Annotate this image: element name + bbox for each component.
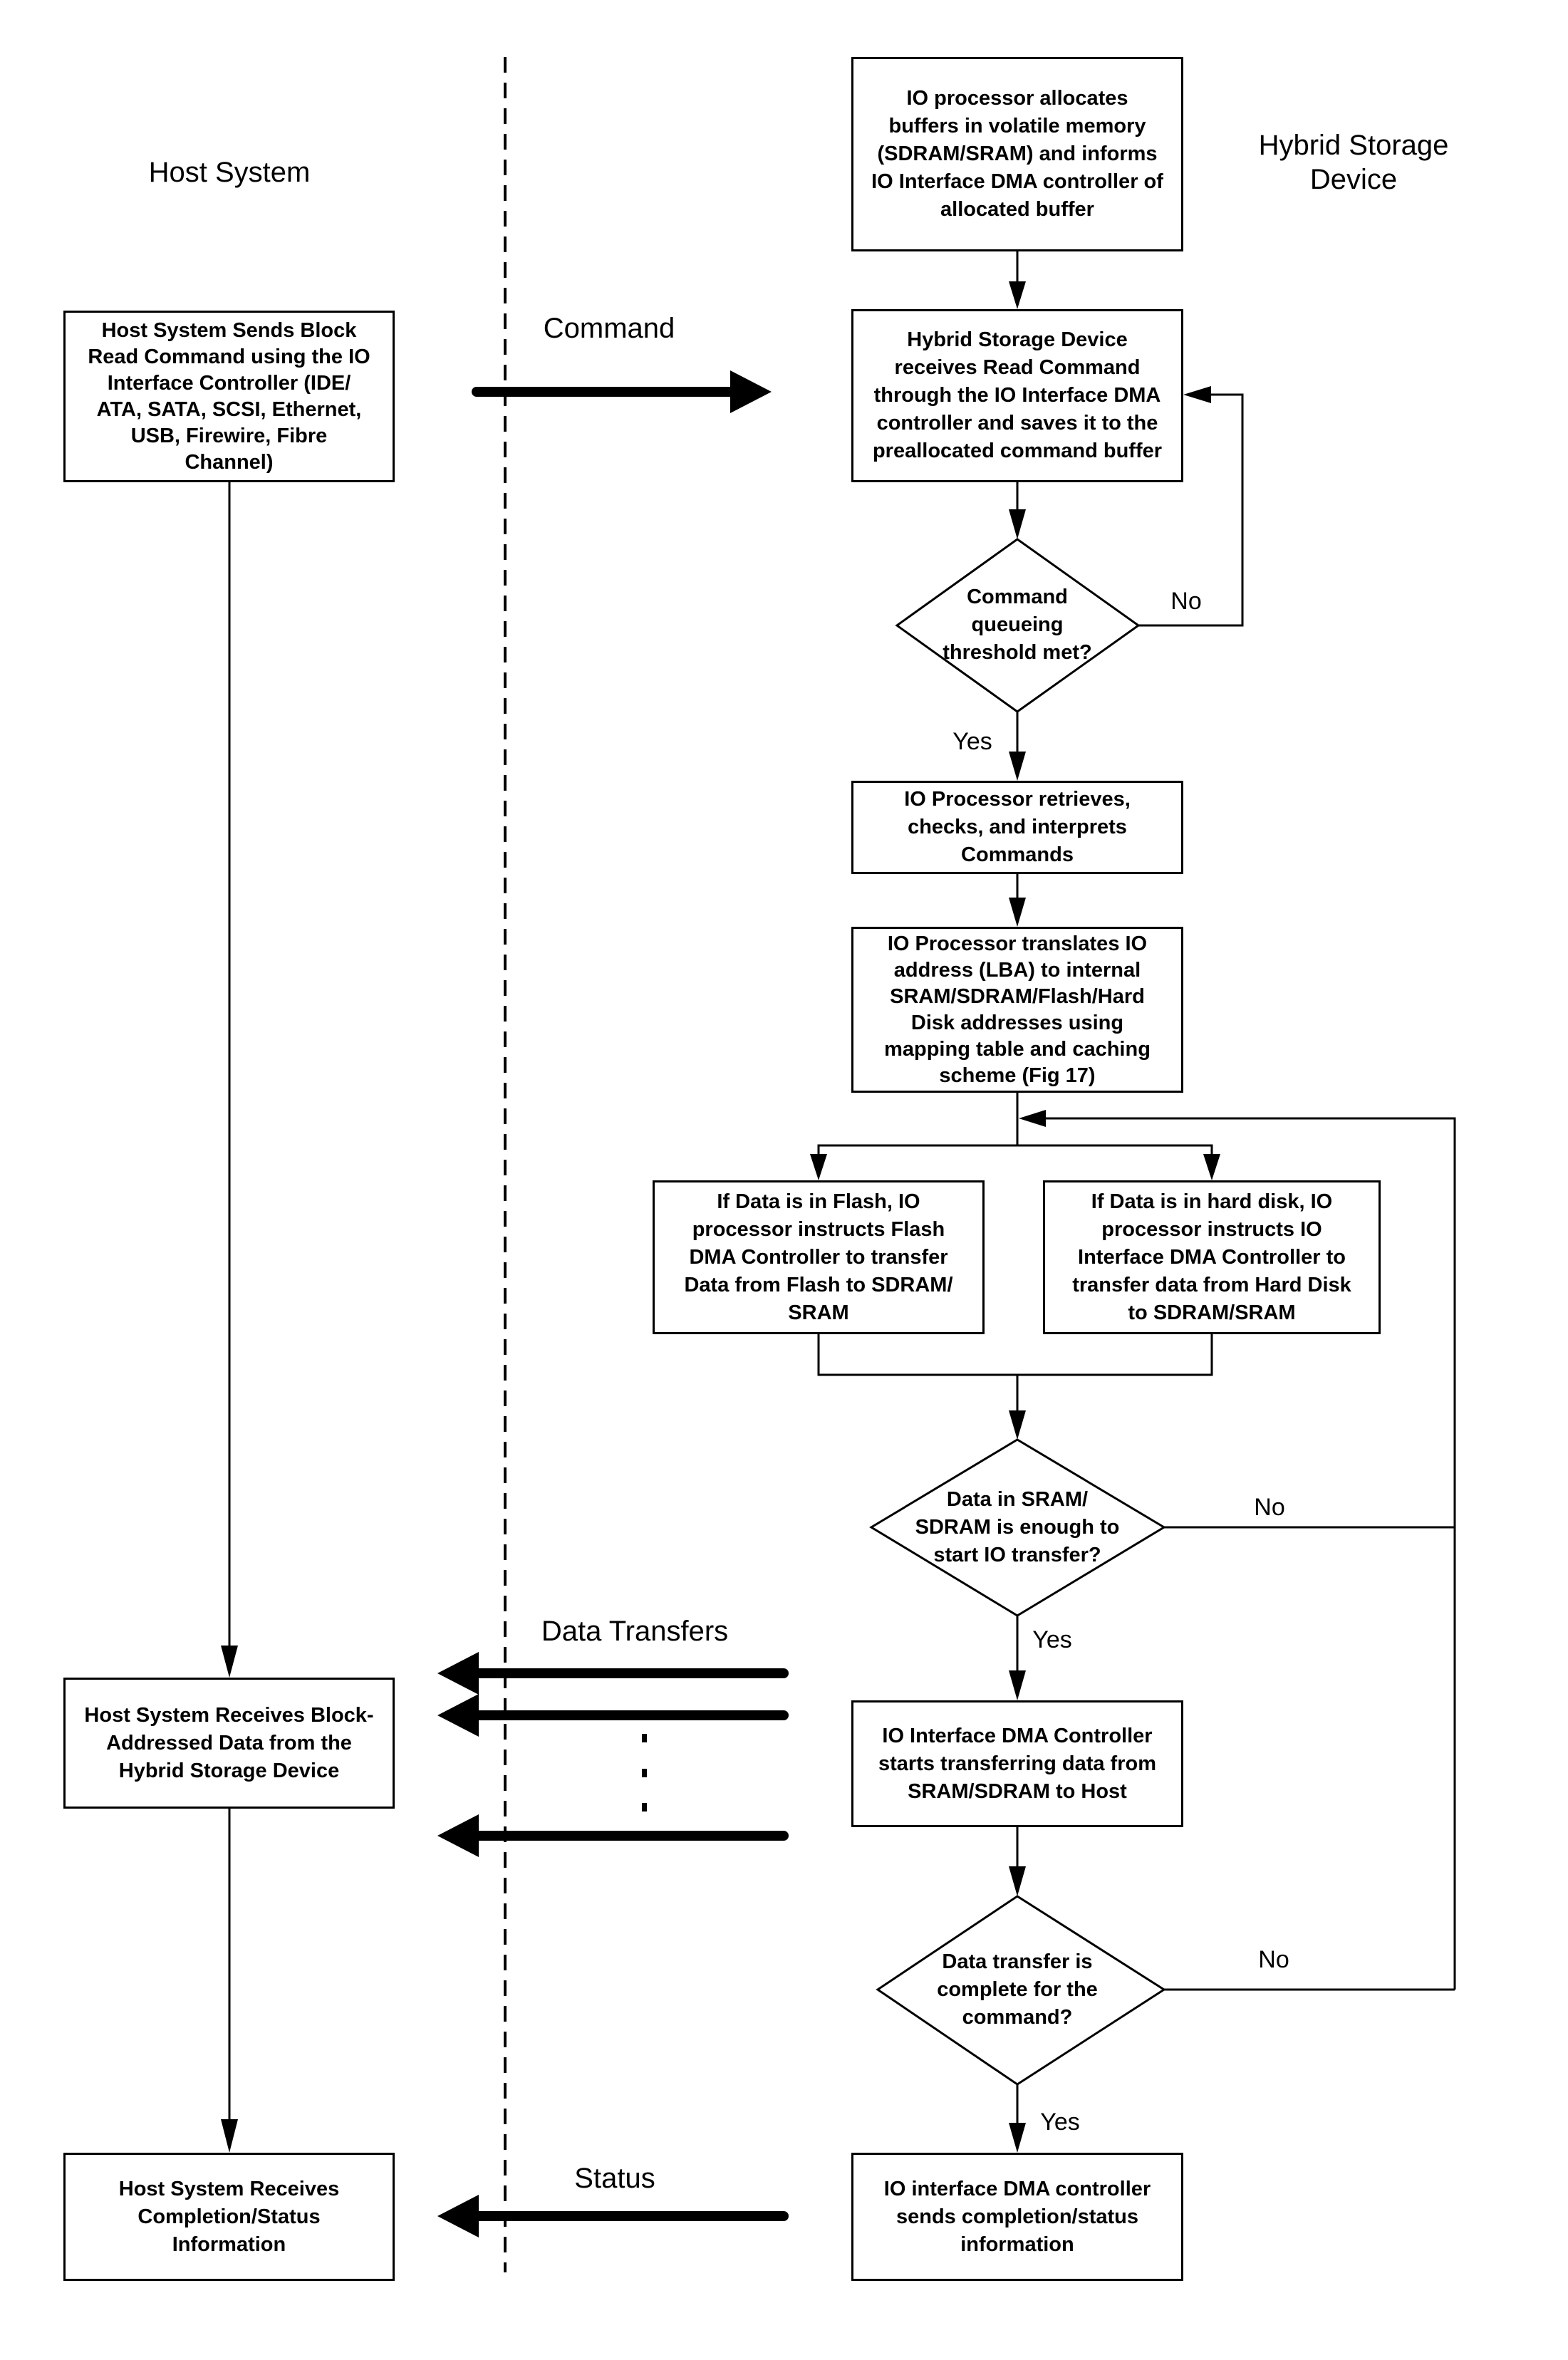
step-text-line: IO Interface DMA controller of <box>871 170 1163 193</box>
decision-text-line: command? <box>962 2006 1073 2029</box>
device-step-start-transfer-to-host: IO Interface DMA Controller starts trans… <box>851 1700 1183 1827</box>
step-text-line: If Data is in Flash, IO <box>717 1190 920 1213</box>
host-step-receive-data: Host System Receives Block- Addressed Da… <box>63 1678 395 1809</box>
step-text-line: Interface Controller (IDE/ <box>107 371 351 395</box>
step-text-line: Host System Receives Block- <box>84 1703 374 1727</box>
decision-text-line: SDRAM is enough to <box>915 1516 1120 1539</box>
device-step-flash-transfer: If Data is in Flash, IO processor instru… <box>653 1180 985 1334</box>
yes-label-queue-threshold: Yes <box>952 728 992 755</box>
step-text-line: SRAM/SDRAM/Flash/Hard <box>890 984 1145 1008</box>
decision-text-queue-threshold: Command queueing threshold met? <box>910 583 1124 667</box>
step-text-line: Hybrid Storage Device <box>118 1759 340 1782</box>
step-text-line: Data from Flash to SDRAM/ <box>684 1273 953 1296</box>
step-text-line: receives Read Command <box>894 356 1141 379</box>
command-message-label: Command <box>543 313 675 344</box>
step-text-line: checks, and interprets <box>908 816 1127 838</box>
data-transfers-message-label: Data Transfers <box>541 1616 729 1647</box>
no-label-queue-threshold: No <box>1170 588 1202 615</box>
device-step-allocate-buffers: IO processor allocates buffers in volati… <box>851 57 1183 251</box>
step-text-line: Information <box>172 2232 286 2256</box>
step-text-line: IO Processor retrieves, <box>904 788 1131 811</box>
decision-text-line: Data transfer is <box>942 1950 1093 1973</box>
yes-label-data-enough: Yes <box>1032 1626 1072 1653</box>
decision-text-line: Command <box>967 586 1068 608</box>
step-text-line: DMA Controller to transfer <box>689 1245 948 1269</box>
step-text-line: Host System Sends Block <box>101 318 357 342</box>
decision-text-line: complete for the <box>937 1978 1098 2001</box>
step-text-line: IO Processor translates IO <box>887 932 1148 955</box>
host-system-lane-title: Host System <box>148 157 311 188</box>
decision-text-line: start IO transfer? <box>933 1544 1101 1566</box>
step-text-line: Hybrid Storage Device <box>907 328 1128 351</box>
hybrid-storage-device-lane-title: Hybrid Storage Device <box>1232 128 1475 197</box>
device-step-send-status: IO interface DMA controller sends comple… <box>851 2153 1183 2281</box>
step-text-line: transfer data from Hard Disk <box>1072 1273 1351 1296</box>
data-transfer-arrow-2 <box>437 1694 789 1737</box>
step-text-line: IO processor allocates <box>906 87 1128 110</box>
decision-text-line: threshold met? <box>943 641 1092 664</box>
lane-title-line: Device <box>1309 164 1398 195</box>
device-step-receive-command: Hybrid Storage Device receives Read Comm… <box>851 309 1183 482</box>
host-step-send-read-command: Host System Sends Block Read Command usi… <box>63 311 395 482</box>
step-text-line: Channel) <box>185 450 274 474</box>
no-label-transfer-complete: No <box>1258 1946 1289 1973</box>
step-text-line: Interface DMA Controller to <box>1078 1245 1346 1269</box>
step-text-line: controller and saves it to the <box>876 412 1158 435</box>
command-arrow <box>472 370 772 413</box>
decision-text-data-enough: Data in SRAM/ SDRAM is enough to start I… <box>889 1486 1146 1569</box>
step-text-line: starts transferring data from <box>878 1752 1156 1775</box>
step-text-line: preallocated command buffer <box>872 440 1163 462</box>
step-text-line: allocated buffer <box>940 198 1094 221</box>
step-text-line: address (LBA) to internal <box>893 958 1141 982</box>
status-arrow <box>437 2195 789 2237</box>
step-text-line: If Data is in hard disk, IO <box>1091 1190 1333 1213</box>
continuation-dot <box>642 1769 647 1777</box>
host-step-receive-status: Host System Receives Completion/Status I… <box>63 2153 395 2281</box>
device-step-translate-address: IO Processor translates IO address (LBA)… <box>851 927 1183 1093</box>
step-text-line: buffers in volatile memory <box>888 115 1146 137</box>
step-text-line: to SDRAM/SRAM <box>1128 1301 1296 1324</box>
step-text-line: Disk addresses using <box>910 1011 1124 1034</box>
data-transfer-arrow-3 <box>437 1814 789 1857</box>
device-step-hard-disk-transfer: If Data is in hard disk, IO processor in… <box>1043 1180 1381 1334</box>
step-text-line: USB, Firewire, Fibre <box>130 424 328 447</box>
step-text-line: through the IO Interface DMA <box>873 384 1161 407</box>
step-text-line: (SDRAM/SRAM) and informs <box>877 142 1158 165</box>
lane-title-line: Hybrid Storage <box>1258 130 1449 161</box>
continuation-dot <box>642 1803 647 1811</box>
step-text-line: SRAM/SDRAM to Host <box>908 1779 1127 1803</box>
yes-label-transfer-complete: Yes <box>1040 2109 1080 2136</box>
step-text-line: Addressed Data from the <box>106 1731 352 1755</box>
step-text-line: information <box>960 2232 1074 2256</box>
step-text-line: sends completion/status <box>895 2205 1138 2228</box>
step-text-line: processor instructs Flash <box>692 1217 945 1241</box>
step-text-line: Commands <box>961 843 1074 866</box>
step-text-line: IO interface DMA controller <box>883 2177 1151 2200</box>
decision-text-line: queueing <box>971 613 1064 636</box>
decision-text-transfer-complete: Data transfer is complete for the comman… <box>896 1948 1138 2032</box>
step-text-line: Completion/Status <box>137 2205 321 2228</box>
step-text-line: IO Interface DMA Controller <box>882 1724 1153 1747</box>
status-message-label: Status <box>574 2163 655 2194</box>
data-transfer-arrow-1 <box>437 1652 789 1695</box>
continuation-dot <box>642 1734 647 1742</box>
step-text-line: ATA, SATA, SCSI, Ethernet, <box>96 397 362 421</box>
step-text-line: Host System Receives <box>118 2177 340 2200</box>
step-text-line: Read Command using the IO <box>88 345 370 368</box>
step-text-line: SRAM <box>788 1301 849 1324</box>
device-step-interpret-commands: IO Processor retrieves, checks, and inte… <box>851 781 1183 874</box>
decision-text-line: Data in SRAM/ <box>946 1488 1089 1511</box>
step-text-line: scheme (Fig 17) <box>939 1064 1096 1087</box>
no-label-data-enough: No <box>1254 1494 1285 1521</box>
host-flow-connectors <box>221 482 238 2153</box>
step-text-line: processor instructs IO <box>1101 1217 1322 1241</box>
step-text-line: mapping table and caching <box>884 1037 1151 1061</box>
